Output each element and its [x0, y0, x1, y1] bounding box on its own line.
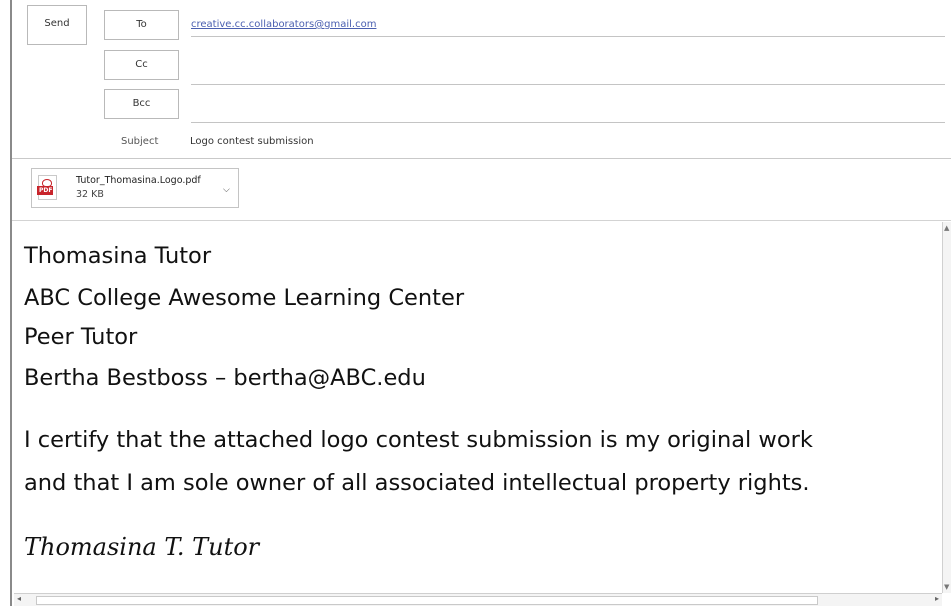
header-divider: [12, 158, 951, 159]
to-field[interactable]: creative.cc.collaborators@gmail.com: [191, 19, 376, 30]
sender-name: Thomasina Tutor: [24, 243, 212, 269]
vertical-scrollbar[interactable]: ▲ ▼: [942, 222, 951, 593]
subject-label: Subject: [121, 136, 159, 147]
supervisor-contact: Bertha Bestboss – bertha@ABC.edu: [24, 365, 426, 391]
chevron-down-icon[interactable]: ⌵: [223, 185, 230, 195]
subject-field[interactable]: Logo contest submission: [190, 136, 314, 147]
attachment-name: Tutor_Thomasina.Logo.pdf: [76, 175, 201, 186]
sender-role: Peer Tutor: [24, 324, 138, 350]
to-field-underline: [191, 36, 945, 37]
window-left-border: [10, 0, 12, 606]
pdf-file-icon: PDF: [37, 175, 57, 200]
signature: Thomasina T. Tutor: [24, 533, 260, 561]
scroll-right-icon[interactable]: ▸: [935, 594, 939, 603]
certification-line-1: I certify that the attached logo contest…: [24, 427, 813, 453]
horizontal-scrollbar[interactable]: ◂ ▸: [14, 593, 942, 606]
body-divider: [12, 220, 951, 221]
send-button[interactable]: Send: [27, 5, 87, 45]
sender-organization: ABC College Awesome Learning Center: [24, 285, 465, 311]
horizontal-scroll-thumb[interactable]: [36, 596, 818, 605]
scroll-down-icon[interactable]: ▼: [944, 583, 949, 591]
scroll-up-icon[interactable]: ▲: [944, 224, 949, 232]
attachment-size: 32 KB: [76, 189, 104, 200]
scroll-left-icon[interactable]: ◂: [17, 594, 21, 603]
attachment-card[interactable]: PDF Tutor_Thomasina.Logo.pdf 32 KB ⌵: [31, 168, 239, 208]
cc-field[interactable]: [191, 84, 945, 85]
to-button[interactable]: To: [104, 10, 179, 40]
bcc-button[interactable]: Bcc: [104, 89, 179, 119]
certification-line-2: and that I am sole owner of all associat…: [24, 470, 810, 496]
cc-button[interactable]: Cc: [104, 50, 179, 80]
bcc-field[interactable]: [191, 122, 945, 123]
